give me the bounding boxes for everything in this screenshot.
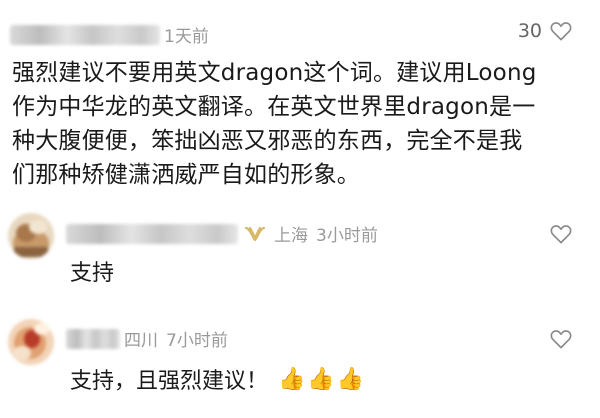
avatar[interactable] <box>8 319 54 365</box>
comment-line: 们那种矫健潇洒威严自如的形象。 <box>12 162 360 188</box>
heart-outline-icon[interactable] <box>550 329 572 349</box>
comment-line: 作为中华龙的英文翻译。在英文世界里dragon是一 <box>12 94 536 120</box>
like-count: 30 <box>517 20 542 42</box>
comment-line: 种大腹便便，笨拙凶恶又邪恶的东西，完全不是我 <box>12 128 523 154</box>
comment-time: 1天前 <box>164 27 209 47</box>
reply-text: 支持，且强烈建议！ <box>70 369 269 394</box>
emoji-group: 👍 👍 👍 <box>276 367 364 392</box>
reply-meta: 四川 7小时前 <box>66 326 228 351</box>
main-comment: 1天前 30 强烈建议不要用英文dragon这个词。建议用Loong 作为中华龙… <box>0 0 600 195</box>
reply-meta: 上海 3小时前 <box>66 221 378 246</box>
reply-text: 支持 <box>70 261 115 286</box>
comment-meta: 1天前 <box>10 22 209 47</box>
avatar[interactable] <box>8 213 54 259</box>
username-blurred[interactable] <box>10 24 160 45</box>
reply-time: 7小时前 <box>166 331 228 351</box>
heart-outline-icon[interactable] <box>550 21 572 41</box>
thumbs-up-icon: 👍 <box>336 366 365 392</box>
reply-comment: 四川 7小时前 支持，且强烈建议！ 👍 👍 👍 <box>0 305 600 418</box>
reply-location: 四川 <box>124 331 158 351</box>
comment-body: 强烈建议不要用英文dragon这个词。建议用Loong 作为中华龙的英文翻译。在… <box>12 56 592 192</box>
thumbs-up-icon: 👍 <box>307 366 335 392</box>
thumbs-up-icon: 👍 <box>278 366 306 392</box>
reply-body: 支持 <box>70 255 114 287</box>
reply-body: 支持，且强烈建议！ 👍 👍 👍 <box>70 363 364 395</box>
reply-comment: 上海 3小时前 支持 <box>0 195 600 295</box>
like-area[interactable]: 30 <box>518 20 572 42</box>
reply-time: 3小时前 <box>316 226 378 246</box>
username-blurred[interactable] <box>66 328 120 349</box>
heart-outline-icon[interactable] <box>550 224 572 244</box>
reply-location: 上海 <box>274 226 308 246</box>
comment-line: 强烈建议不要用英文dragon这个词。建议用Loong <box>12 60 537 86</box>
vip-badge-icon <box>244 225 266 243</box>
like-area[interactable] <box>550 224 572 244</box>
like-area[interactable] <box>550 329 572 349</box>
username-blurred[interactable] <box>66 223 238 244</box>
